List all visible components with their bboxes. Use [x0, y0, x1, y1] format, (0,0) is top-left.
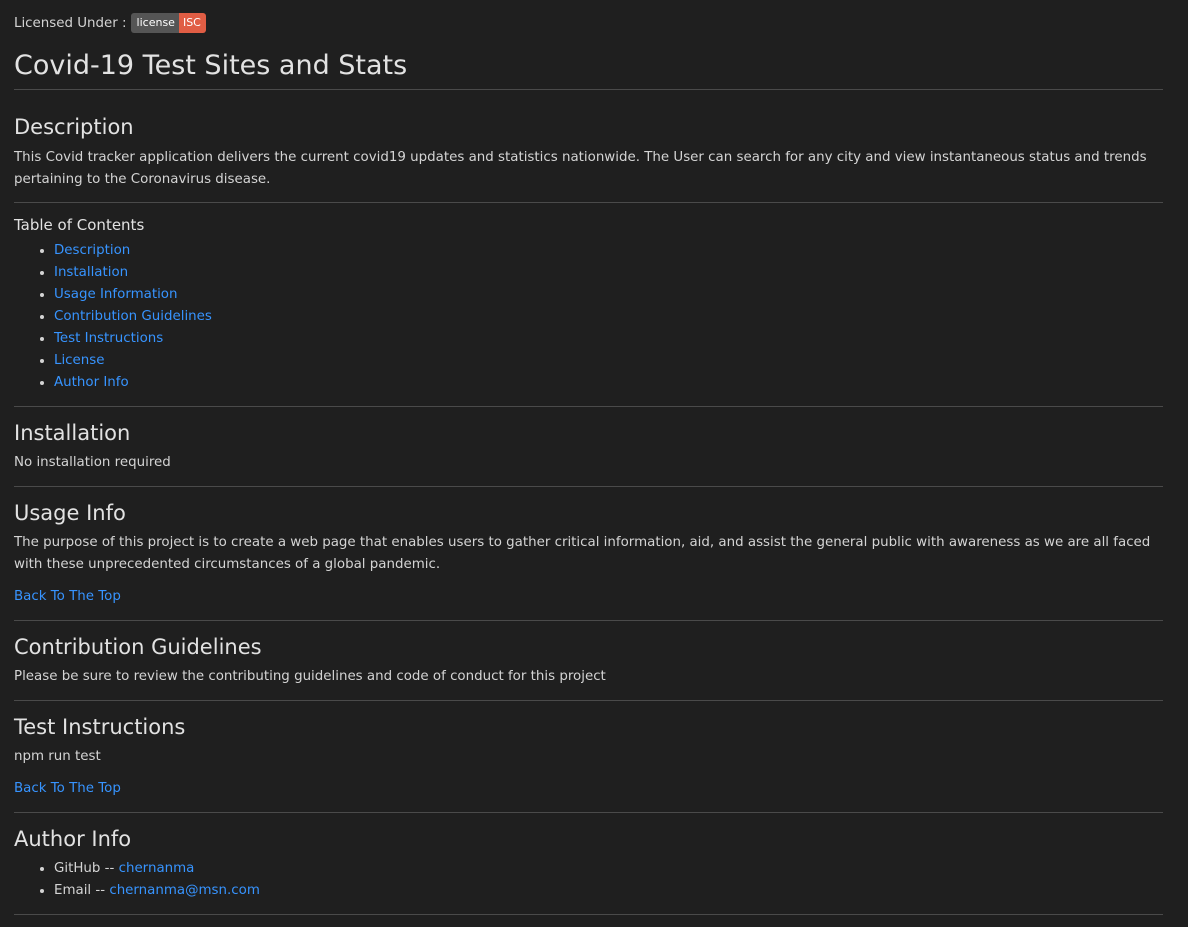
tests-text: npm run test: [14, 749, 101, 764]
tests-back-to-top-link[interactable]: Back To The Top: [14, 781, 121, 796]
toc-list: Description Installation Usage Informati…: [14, 240, 1163, 394]
author-divider: [14, 914, 1163, 915]
page-title: Covid-19 Test Sites and Stats: [14, 50, 408, 81]
toc-link-contribution[interactable]: Contribution Guidelines: [54, 309, 212, 324]
toc-link-license[interactable]: License: [54, 353, 104, 368]
usage-divider: [14, 620, 1163, 621]
toc-section: Table of Contents Description Installati…: [14, 215, 1163, 394]
tests-section: Test Instructions npm run test Back To T…: [14, 714, 1163, 800]
installation-text: No installation required: [14, 455, 171, 470]
toc-item: Usage Information: [54, 284, 1163, 306]
author-github-item: GitHub -- chernanma: [54, 858, 1163, 880]
usage-text: The purpose of this project is to create…: [14, 535, 1151, 572]
toc-item: License: [54, 350, 1163, 372]
toc-link-description[interactable]: Description: [54, 243, 130, 258]
toc-item: Test Instructions: [54, 328, 1163, 350]
toc-item: Author Info: [54, 372, 1163, 394]
installation-section: Installation No installation required: [14, 420, 1163, 474]
license-badge: license ISC: [130, 13, 206, 33]
contribution-section: Contribution Guidelines Please be sure t…: [14, 634, 1163, 688]
toc-link-installation[interactable]: Installation: [54, 265, 128, 280]
contribution-text: Please be sure to review the contributin…: [14, 669, 606, 684]
author-email-item: Email -- chernanma@msn.com: [54, 880, 1163, 902]
title-divider: [14, 89, 1163, 90]
toc-link-author[interactable]: Author Info: [54, 375, 129, 390]
description-divider: [14, 202, 1163, 203]
tests-divider: [14, 812, 1163, 813]
license-badge-label: license: [130, 13, 179, 33]
toc-item: Description: [54, 240, 1163, 262]
author-list: GitHub -- chernanma Email -- chernanma@m…: [14, 858, 1163, 902]
usage-heading: Usage Info: [14, 501, 126, 525]
license-prefix: Licensed Under :: [14, 15, 127, 31]
email-label: Email --: [54, 883, 110, 898]
author-section: Author Info GitHub -- chernanma Email --…: [14, 826, 1163, 902]
toc-item: Contribution Guidelines: [54, 306, 1163, 328]
readme-preview: Licensed Under : license ISC Covid-19 Te…: [0, 0, 1188, 927]
toc-divider: [14, 406, 1163, 407]
license-line: Licensed Under : license ISC: [14, 13, 206, 33]
description-heading: Description: [14, 115, 134, 139]
toc-item: Installation: [54, 262, 1163, 284]
contribution-divider: [14, 700, 1163, 701]
description-section: Description This Covid tracker applicati…: [14, 114, 1163, 191]
toc-link-tests[interactable]: Test Instructions: [54, 331, 163, 346]
email-link[interactable]: chernanma@msn.com: [109, 883, 260, 898]
usage-back-to-top-link[interactable]: Back To The Top: [14, 589, 121, 604]
contribution-heading: Contribution Guidelines: [14, 635, 262, 659]
author-heading: Author Info: [14, 827, 132, 851]
github-link[interactable]: chernanma: [119, 861, 195, 876]
toc-link-usage[interactable]: Usage Information: [54, 287, 178, 302]
github-label: GitHub --: [54, 861, 119, 876]
installation-divider: [14, 486, 1163, 487]
toc-heading: Table of Contents: [14, 216, 145, 234]
license-badge-value: ISC: [178, 13, 206, 33]
usage-section: Usage Info The purpose of this project i…: [14, 500, 1163, 608]
installation-heading: Installation: [14, 421, 131, 445]
tests-heading: Test Instructions: [14, 715, 186, 739]
description-text: This Covid tracker application delivers …: [14, 150, 1147, 187]
